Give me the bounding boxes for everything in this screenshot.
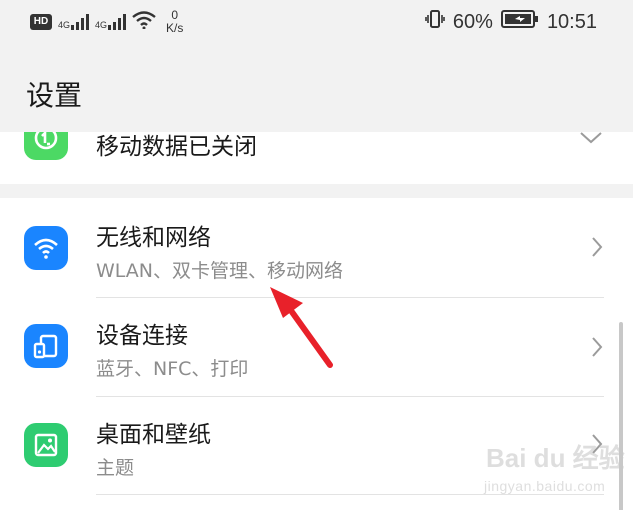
watermark: Bai du 经验 jingyan.baidu.com <box>478 438 628 508</box>
watermark-brand: Bai du 经验 <box>486 443 625 473</box>
annotation-arrow-icon <box>270 287 333 368</box>
watermark-url: jingyan.baidu.com <box>484 478 606 494</box>
